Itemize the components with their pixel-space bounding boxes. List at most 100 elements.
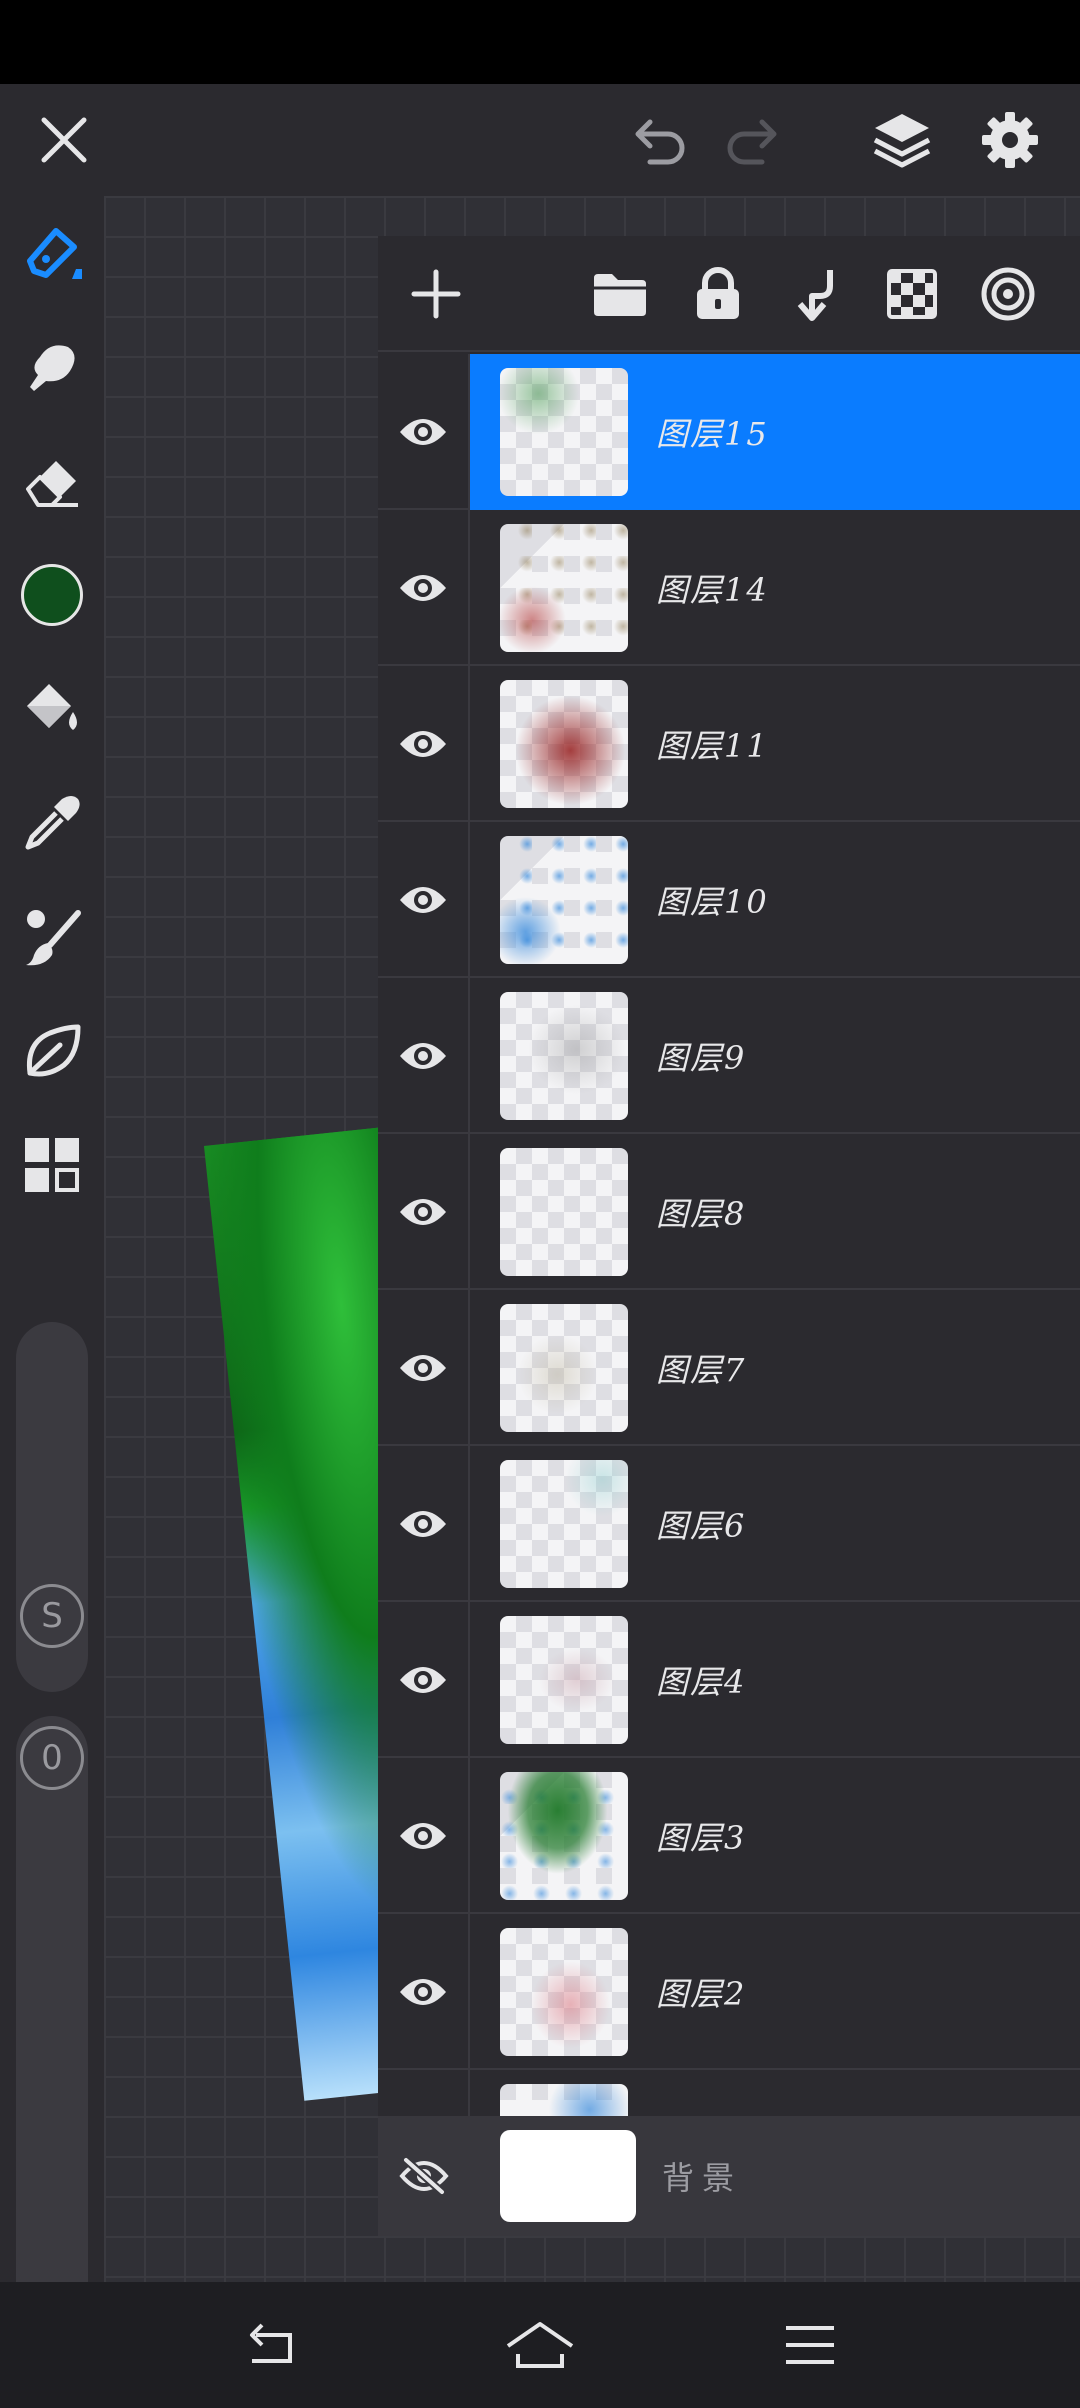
brush-tool-button[interactable]: [0, 196, 104, 310]
lock-layer-button[interactable]: [674, 250, 762, 338]
layer-row[interactable]: 图层4: [378, 1602, 1080, 1758]
background-thumbnail: [500, 2130, 636, 2222]
status-bar: [0, 0, 1080, 84]
visibility-toggle[interactable]: [378, 1446, 470, 1602]
merge-down-button[interactable]: [772, 250, 860, 338]
visibility-toggle[interactable]: [378, 1914, 470, 2070]
smudge-tool-button[interactable]: [0, 310, 104, 424]
gallery-button[interactable]: [0, 1108, 104, 1222]
eraser-icon: [26, 461, 78, 507]
close-icon: [41, 117, 87, 163]
eye-icon: [400, 887, 446, 913]
layer-name: 图层8: [656, 1195, 747, 1233]
nav-back-button[interactable]: [200, 2282, 340, 2408]
eye-icon: [400, 731, 446, 757]
folder-icon: [594, 274, 646, 316]
layer-name: 图层9: [656, 1039, 747, 1077]
close-button[interactable]: [16, 84, 112, 196]
nav-menu-button[interactable]: [740, 2282, 880, 2408]
color-swatch: [21, 564, 83, 626]
layer-row[interactable]: 图层2: [378, 1914, 1080, 2070]
eye-icon: [400, 1667, 446, 1693]
layer-name: 图层3: [656, 1819, 747, 1857]
blend-brush-icon: [26, 910, 81, 966]
brush-icon: [27, 228, 82, 279]
top-toolbar: [0, 84, 1080, 196]
shape-tool-button[interactable]: [0, 994, 104, 1108]
eye-icon: [400, 419, 446, 445]
layer-thumbnail: [500, 1616, 628, 1744]
layer-thumbnail: [500, 1928, 628, 2056]
merge-down-icon: [797, 270, 833, 321]
left-toolbar: S 0: [0, 196, 104, 2336]
eyedropper-tool-button[interactable]: [0, 766, 104, 880]
nav-home-button[interactable]: [470, 2282, 610, 2408]
system-nav-bar: [0, 2282, 1080, 2408]
background-layer-row[interactable]: 背景: [378, 2116, 1080, 2236]
fill-tool-button[interactable]: [0, 652, 104, 766]
layer-thumbnail: [500, 836, 628, 964]
menu-icon: [786, 2326, 834, 2364]
layer-thumbnail: [500, 368, 628, 496]
layer-row[interactable]: 图层3: [378, 1758, 1080, 1914]
eraser-tool-button[interactable]: [0, 424, 104, 538]
visibility-toggle[interactable]: [378, 1290, 470, 1446]
layer-row[interactable]: 图层6: [378, 1446, 1080, 1602]
visibility-toggle[interactable]: [378, 354, 470, 510]
eye-icon: [400, 1511, 446, 1537]
home-icon: [506, 2322, 574, 2368]
visibility-toggle[interactable]: [378, 1602, 470, 1758]
eye-icon: [400, 1199, 446, 1225]
brush-size-slider[interactable]: S: [16, 1322, 88, 1692]
blend-tool-button[interactable]: [0, 880, 104, 994]
layer-row[interactable]: 图层11: [378, 666, 1080, 822]
layer-name: 图层2: [656, 1975, 747, 2013]
alpha-lock-button[interactable]: [868, 250, 956, 338]
visibility-toggle[interactable]: [378, 1758, 470, 1914]
folder-button[interactable]: [576, 250, 664, 338]
layer-row[interactable]: 图层14: [378, 510, 1080, 666]
undo-button[interactable]: [610, 84, 706, 196]
layer-name: 图层10: [656, 883, 769, 921]
visibility-toggle[interactable]: [378, 978, 470, 1134]
back-icon: [250, 2323, 292, 2363]
visibility-toggle[interactable]: [378, 822, 470, 978]
layer-thumbnail: [500, 524, 628, 652]
size-slider-label: S: [20, 1584, 84, 1648]
layer-name: 图层11: [656, 727, 769, 765]
layers-button[interactable]: [854, 84, 950, 196]
layer-thumbnail: [500, 992, 628, 1120]
redo-button[interactable]: [706, 84, 802, 196]
eyedropper-icon: [25, 796, 80, 850]
settings-button[interactable]: [962, 84, 1058, 196]
target-icon: [981, 267, 1035, 321]
visibility-toggle[interactable]: [378, 510, 470, 666]
visibility-toggle[interactable]: [378, 2116, 470, 2236]
add-layer-button[interactable]: [392, 250, 480, 338]
lock-icon: [697, 267, 739, 319]
color-picker-button[interactable]: [0, 538, 104, 652]
layers-icon: [873, 114, 931, 168]
redo-icon: [727, 119, 777, 165]
opacity-slider[interactable]: 0: [16, 1716, 88, 2336]
layer-effects-button[interactable]: [964, 250, 1052, 338]
layer-row[interactable]: 图层9: [378, 978, 1080, 1134]
layer-row[interactable]: 图层15: [378, 354, 1080, 510]
smudge-icon: [30, 345, 75, 391]
visibility-toggle[interactable]: [378, 1134, 470, 1290]
undo-icon: [635, 119, 685, 165]
layer-name: 图层4: [656, 1663, 747, 1701]
layer-row[interactable]: 图层8: [378, 1134, 1080, 1290]
eye-icon: [400, 1355, 446, 1381]
add-layer-icon: [411, 269, 461, 319]
layers-panel: 图层15 图层14 图层11 图层10 图层9 图层8 图层7 图层6 图层4 图层3 图层2 背景: [378, 236, 1080, 2236]
layer-thumbnail: [500, 1304, 628, 1432]
eye-icon: [400, 575, 446, 601]
layer-row[interactable]: 图层10: [378, 822, 1080, 978]
grid-icon: [25, 1138, 79, 1192]
layer-row[interactable]: 图层7: [378, 1290, 1080, 1446]
leaf-icon: [26, 1024, 81, 1077]
eye-hidden-icon: [399, 2157, 449, 2195]
layer-thumbnail: [500, 1460, 628, 1588]
visibility-toggle[interactable]: [378, 666, 470, 822]
